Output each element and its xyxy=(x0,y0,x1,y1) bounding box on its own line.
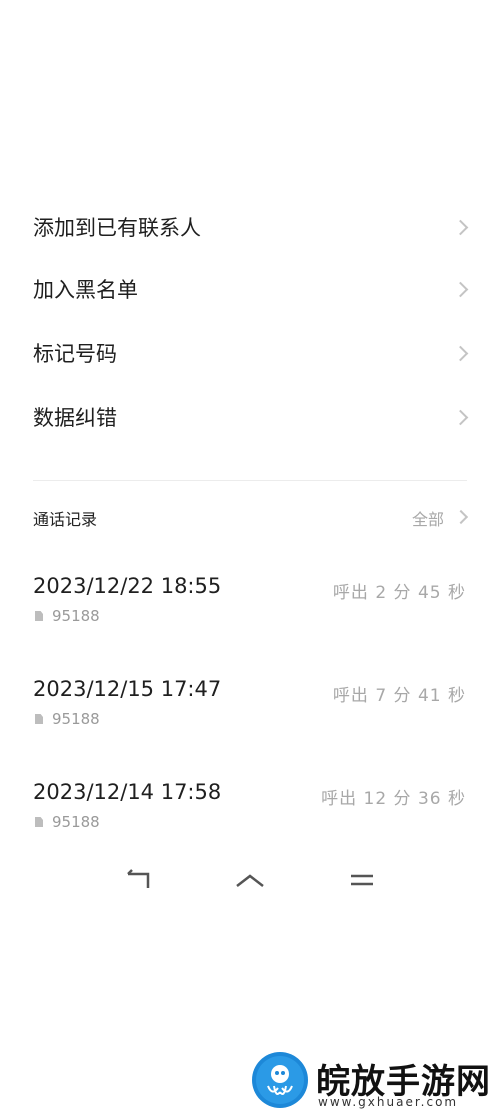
divider xyxy=(33,480,467,481)
chevron-right-icon xyxy=(452,219,469,236)
chevron-right-icon xyxy=(452,409,469,426)
chevron-right-icon[interactable] xyxy=(453,509,469,525)
menu-item-label: 添加到已有联系人 xyxy=(33,216,201,240)
system-nav-bar xyxy=(0,862,500,902)
menu-item-label: 加入黑名单 xyxy=(33,278,138,302)
call-time: 2023/12/15 17:47 xyxy=(33,677,222,701)
view-all-link[interactable]: 全部 xyxy=(412,506,444,530)
home-button[interactable] xyxy=(230,862,270,902)
menu-icon xyxy=(351,874,373,886)
chevron-right-icon xyxy=(452,281,469,298)
recents-button[interactable] xyxy=(341,862,381,902)
site-logo-icon xyxy=(252,1052,308,1108)
call-number-row: 95188 xyxy=(35,710,100,728)
chevron-right-icon xyxy=(452,345,469,362)
call-log-header: 通话记录 全部 xyxy=(0,500,500,534)
call-duration: 呼出 7 分 41 秒 xyxy=(332,686,466,706)
call-number-row: 95188 xyxy=(35,813,100,831)
back-icon xyxy=(127,869,150,888)
call-time: 2023/12/14 17:58 xyxy=(33,780,222,804)
menu-item-label: 标记号码 xyxy=(33,342,117,366)
add-to-blacklist-item[interactable]: 加入黑名单 xyxy=(0,262,500,322)
watermark: 皖放手游网 www.gxhuaer.com xyxy=(252,1052,500,1111)
call-log-entry[interactable]: 2023/12/15 17:47 95188 呼出 7 分 41 秒 xyxy=(0,677,500,757)
data-correction-item[interactable]: 数据纠错 xyxy=(0,390,500,450)
sim-card-icon xyxy=(35,817,43,827)
call-log-entry[interactable]: 2023/12/22 18:55 95188 呼出 2 分 45 秒 xyxy=(0,574,500,654)
home-icon xyxy=(236,874,264,887)
menu-item-label: 数据纠错 xyxy=(33,406,117,430)
add-to-existing-contact-item[interactable]: 添加到已有联系人 xyxy=(0,200,500,260)
call-log-entry[interactable]: 2023/12/14 17:58 95188 呼出 12 分 36 秒 xyxy=(0,780,500,860)
watermark-url: www.gxhuaer.com xyxy=(318,1095,459,1109)
sim-card-icon xyxy=(35,611,43,621)
back-button[interactable] xyxy=(118,862,158,902)
call-number: 95188 xyxy=(52,813,100,831)
call-duration: 呼出 12 分 36 秒 xyxy=(321,789,466,809)
sim-card-icon xyxy=(35,714,43,724)
call-number-row: 95188 xyxy=(35,607,100,625)
mark-number-item[interactable]: 标记号码 xyxy=(0,326,500,386)
call-number: 95188 xyxy=(52,607,100,625)
call-duration: 呼出 2 分 45 秒 xyxy=(332,583,466,603)
call-number: 95188 xyxy=(52,710,100,728)
call-log-title: 通话记录 xyxy=(33,510,98,529)
call-time: 2023/12/22 18:55 xyxy=(33,574,222,598)
